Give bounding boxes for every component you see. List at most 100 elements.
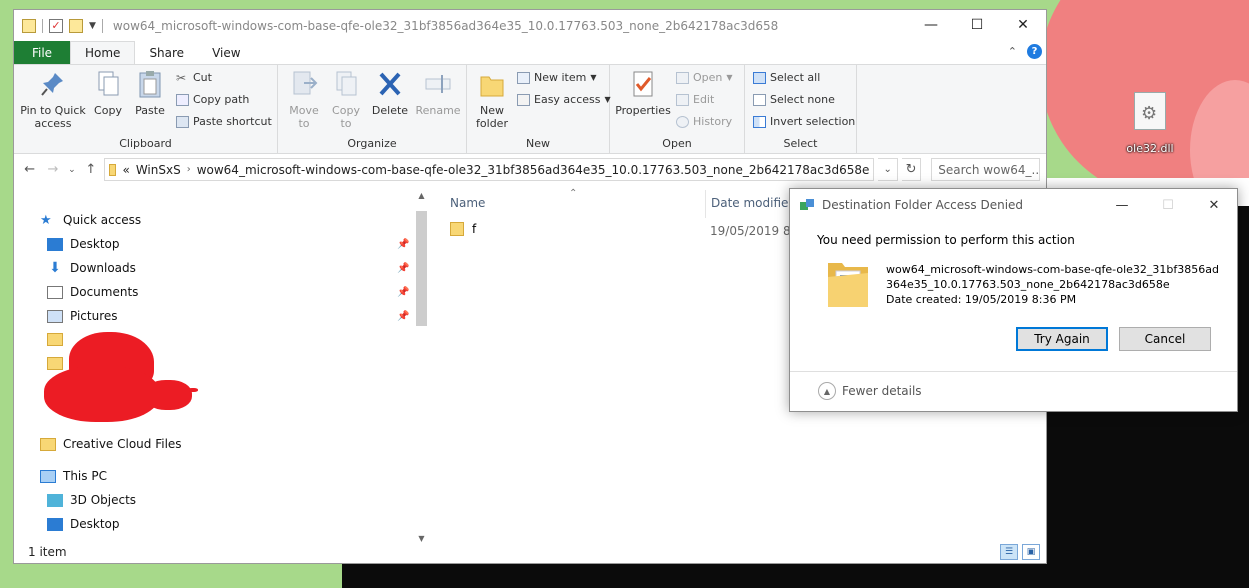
help-icon[interactable]: ? xyxy=(1027,44,1042,59)
history-button[interactable]: History xyxy=(676,115,732,128)
dialog-title: Destination Folder Access Denied xyxy=(822,198,1024,212)
delete-button[interactable]: Delete xyxy=(368,69,412,117)
tab-home[interactable]: Home xyxy=(70,41,136,64)
dialog-folder-name-line1: wow64_microsoft-windows-com-base-qfe-ole… xyxy=(886,263,1219,276)
search-box[interactable]: Search wow64_... ⌕ xyxy=(931,158,1040,181)
desktop-file-label: ole32.dll xyxy=(1126,142,1174,155)
copy-path-button[interactable]: Copy path xyxy=(176,93,249,106)
ribbon-tabs: File Home Share View ⌃ ? xyxy=(14,41,1046,64)
scroll-up-icon[interactable]: ▲ xyxy=(414,191,429,200)
nav-desktop-pc[interactable]: Desktop xyxy=(47,517,120,531)
nav-pane-scrollbar[interactable]: ▲ ▼ xyxy=(414,191,429,543)
try-again-button[interactable]: Try Again xyxy=(1016,327,1108,351)
move-to-button[interactable]: Move to xyxy=(284,69,324,130)
scrollbar-thumb[interactable] xyxy=(416,211,427,326)
close-button[interactable]: ✕ xyxy=(1000,10,1046,40)
nav-desktop[interactable]: Desktop 📌 xyxy=(47,237,409,251)
window-controls: — ☐ ✕ xyxy=(908,10,1046,40)
desktop-file-ole32[interactable]: ole32.dll xyxy=(1118,92,1182,155)
dialog-item-info: wow64_microsoft-windows-com-base-qfe-ole… xyxy=(886,262,1226,307)
open-group: Properties Open ▼ Edit History Open xyxy=(610,65,745,153)
file-row-f[interactable]: f xyxy=(450,222,476,236)
open-group-label: Open xyxy=(662,137,692,150)
dialog-message: You need permission to perform this acti… xyxy=(817,233,1075,247)
maximize-button[interactable]: ☐ xyxy=(954,10,1000,40)
large-icons-view-icon[interactable]: ▣ xyxy=(1022,544,1040,560)
nav-downloads[interactable]: ⬇ Downloads 📌 xyxy=(47,261,409,276)
address-bar[interactable]: « WinSxS › wow64_microsoft-windows-com-b… xyxy=(104,158,875,181)
select-all-icon xyxy=(753,71,766,84)
paste-shortcut-button[interactable]: Paste shortcut xyxy=(176,115,272,128)
pin-icon[interactable]: 📌 xyxy=(397,287,409,298)
new-group: New folder New item ▼ Easy access ▼ New xyxy=(467,65,611,153)
properties-qat-icon[interactable]: ✓ xyxy=(49,18,63,33)
fewer-details-toggle[interactable]: ▲ Fewer details xyxy=(818,382,922,400)
select-all-button[interactable]: Select all xyxy=(753,71,820,84)
forward-arrow-icon[interactable]: → xyxy=(43,162,62,177)
new-folder-button[interactable]: New folder xyxy=(471,69,513,130)
edit-icon xyxy=(676,93,689,106)
column-header-name[interactable]: Name xyxy=(450,196,485,210)
tab-view[interactable]: View xyxy=(198,41,254,64)
pin-icon[interactable]: 📌 xyxy=(397,263,409,274)
file-transfer-icon xyxy=(800,199,814,210)
nav-folder-redacted[interactable] xyxy=(47,357,63,370)
rename-button[interactable]: Rename xyxy=(414,69,462,117)
address-dropdown-icon[interactable]: ⌄ xyxy=(878,158,898,181)
back-arrow-icon[interactable]: ← xyxy=(20,162,39,177)
tab-share[interactable]: Share xyxy=(135,41,198,64)
nav-3d-objects[interactable]: 3D Objects xyxy=(47,493,136,507)
copy-icon xyxy=(98,71,119,96)
scissors-icon: ✂ xyxy=(176,70,187,85)
open-icon xyxy=(676,71,689,84)
copy-to-button[interactable]: Copy to xyxy=(326,69,366,130)
cut-button[interactable]: ✂ Cut xyxy=(176,71,212,84)
folder-icon xyxy=(47,333,63,346)
copy-button[interactable]: Copy xyxy=(88,69,128,117)
nav-quick-access[interactable]: ★ Quick access xyxy=(40,213,141,227)
star-icon: ★ xyxy=(40,212,52,228)
invert-selection-button[interactable]: Invert selection xyxy=(753,115,855,128)
dialog-date-created: Date created: 19/05/2019 8:36 PM xyxy=(886,293,1077,306)
recent-locations-chevron-icon[interactable]: ⌄ xyxy=(67,165,78,175)
pin-icon[interactable]: 📌 xyxy=(397,239,409,250)
customize-qat-dropdown-icon[interactable]: ▼ xyxy=(89,21,96,31)
edit-button[interactable]: Edit xyxy=(676,93,714,106)
chevron-up-icon: ▲ xyxy=(818,382,836,400)
select-none-icon xyxy=(753,93,766,106)
refresh-icon[interactable]: ↻ xyxy=(901,158,922,181)
pin-icon[interactable]: 📌 xyxy=(397,311,409,322)
new-folder-icon xyxy=(480,76,504,97)
breadcrumb-winsxs[interactable]: WinSxS xyxy=(136,163,181,177)
cancel-button[interactable]: Cancel xyxy=(1119,327,1211,351)
open-button[interactable]: Open ▼ xyxy=(676,71,733,84)
paste-button[interactable]: Paste xyxy=(128,69,172,117)
new-group-label: New xyxy=(526,137,550,150)
sort-ascending-icon: ⌃ xyxy=(569,188,578,199)
details-view-icon[interactable]: ☰ xyxy=(1000,544,1018,560)
nav-creative-cloud-files[interactable]: Creative Cloud Files xyxy=(40,437,182,451)
folder-icon xyxy=(47,357,63,370)
new-item-button[interactable]: New item ▼ xyxy=(517,71,597,84)
up-arrow-icon[interactable]: ↑ xyxy=(81,162,100,177)
nav-pictures[interactable]: Pictures 📌 xyxy=(47,309,409,323)
easy-access-button[interactable]: Easy access ▼ xyxy=(517,93,611,106)
select-none-button[interactable]: Select none xyxy=(753,93,835,106)
collapse-ribbon-icon[interactable]: ⌃ xyxy=(1008,45,1017,58)
nav-folder-redacted[interactable] xyxy=(47,333,63,346)
breadcrumb-separator-icon[interactable]: › xyxy=(187,164,191,175)
pin-to-quick-access-button[interactable]: Pin to Quick access xyxy=(18,69,88,130)
tab-file[interactable]: File xyxy=(14,41,70,64)
dialog-minimize-button[interactable]: — xyxy=(1099,189,1145,221)
nav-documents[interactable]: Documents 📌 xyxy=(47,285,409,299)
breadcrumb-current-folder[interactable]: wow64_microsoft-windows-com-base-qfe-ole… xyxy=(197,163,870,177)
new-folder-qat-icon[interactable] xyxy=(69,18,83,33)
minimize-button[interactable]: — xyxy=(908,10,954,40)
properties-button[interactable]: Properties xyxy=(614,69,672,117)
creative-cloud-icon xyxy=(40,437,56,451)
nav-this-pc[interactable]: This PC xyxy=(40,469,107,483)
breadcrumb-overflow[interactable]: « xyxy=(122,163,129,177)
dialog-close-button[interactable]: ✕ xyxy=(1191,189,1237,221)
window-title: wow64_microsoft-windows-com-base-qfe-ole… xyxy=(112,18,779,33)
column-header-date-modified[interactable]: Date modified xyxy=(711,196,796,210)
